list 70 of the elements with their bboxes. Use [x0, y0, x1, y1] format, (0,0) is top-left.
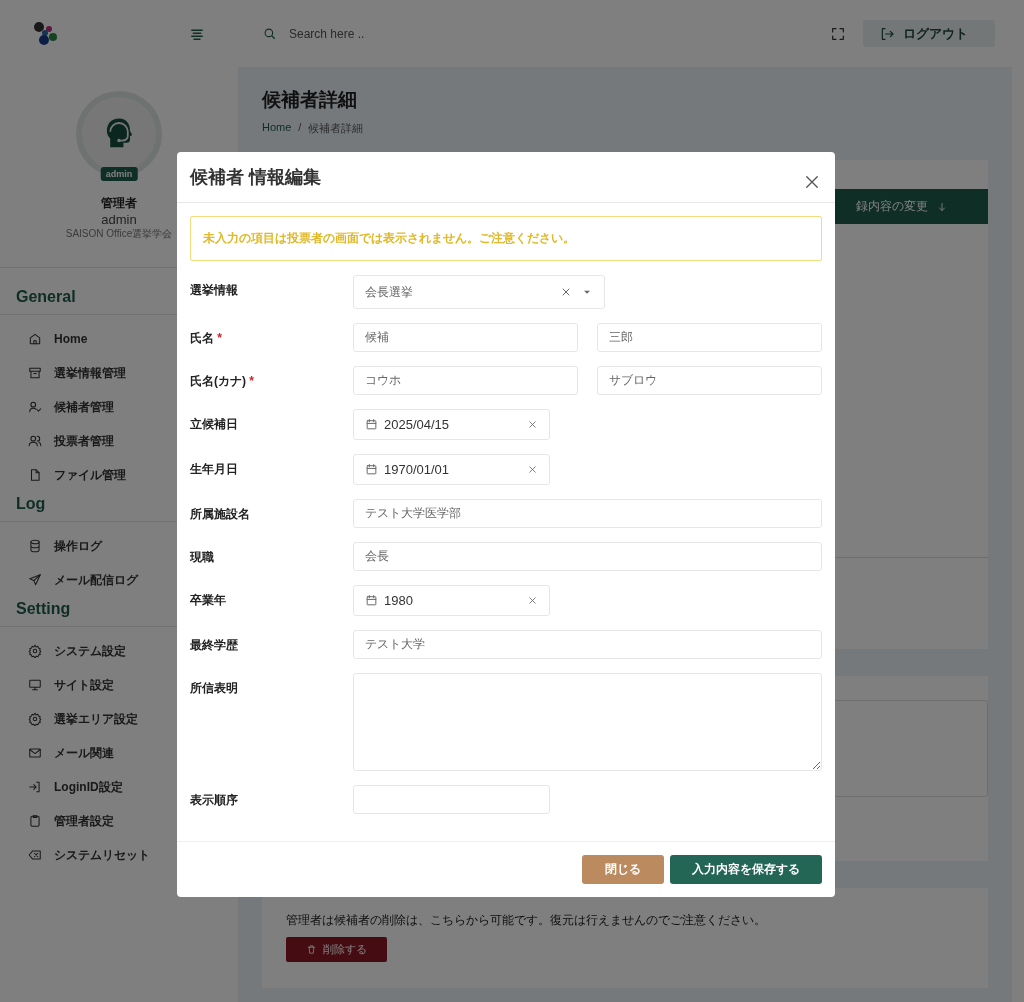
sidebar-item[interactable]: 管理者設定 — [28, 811, 238, 831]
breadcrumb-current: 候補者詳細 — [308, 121, 364, 136]
role-badge: admin — [100, 167, 138, 181]
close-button[interactable]: 閉じる — [582, 855, 664, 884]
mail-icon — [28, 746, 42, 760]
field-label: 生年月日 — [190, 461, 239, 478]
save-button[interactable]: 入力内容を保存する — [670, 855, 822, 884]
sidebar-item[interactable]: システムリセット — [28, 845, 238, 865]
settings-icon — [28, 644, 42, 658]
delete-notice: 管理者は候補者の削除は、こちらから可能です。復元は行えませんのでご注意ください。 — [286, 912, 767, 929]
monitor-icon — [28, 678, 42, 692]
clear-icon[interactable] — [527, 595, 538, 606]
field-label: 立候補日 — [190, 416, 239, 433]
sidebar-item[interactable]: 候補者管理 — [28, 397, 238, 417]
logout-icon — [879, 25, 895, 42]
calendar-icon — [365, 463, 378, 476]
archive-box-icon — [28, 366, 42, 380]
field-label: 現職 — [190, 549, 215, 566]
username: admin — [101, 212, 137, 227]
search-field[interactable]: Search here .. — [287, 25, 491, 42]
text-field[interactable]: 会長 — [353, 542, 822, 571]
text-field[interactable]: テスト大学医学部 — [353, 499, 822, 528]
date-field[interactable]: 1980 — [353, 585, 550, 616]
text-field[interactable]: テスト大学 — [353, 630, 822, 659]
calendar-icon — [365, 418, 378, 431]
breadcrumb-link[interactable]: Home — [262, 121, 292, 136]
login-icon — [28, 780, 42, 794]
calendar-icon — [365, 594, 378, 607]
modal-title: 候補者 情報編集 — [190, 166, 321, 189]
field-label: 氏名 * — [190, 330, 223, 347]
users-icon — [28, 434, 42, 448]
fullscreen-icon[interactable] — [830, 25, 846, 42]
search-icon — [262, 26, 277, 41]
page-title: 候補者詳細 — [262, 88, 358, 112]
arrow-down-icon — [936, 200, 948, 213]
clear-icon[interactable] — [527, 464, 538, 475]
clipboard-icon — [28, 814, 42, 828]
text-field[interactable]: サブロウ — [597, 366, 822, 395]
file-icon — [28, 468, 42, 482]
settings-icon — [28, 712, 42, 726]
field-label: 表示順序 — [190, 792, 239, 809]
sidebar-item[interactable]: 選挙エリア設定 — [28, 709, 238, 729]
user-role: 管理者 — [101, 195, 137, 212]
field-label: 最終学歴 — [190, 637, 239, 654]
date-field[interactable]: 1970/01/01 — [353, 454, 550, 485]
date-field[interactable]: 2025/04/15 — [353, 409, 550, 440]
user-check-icon — [28, 400, 42, 414]
delete-button[interactable]: 削除する — [286, 937, 387, 962]
text-field[interactable] — [353, 785, 550, 814]
breadcrumb-separator: / — [298, 121, 302, 135]
text-field[interactable]: コウホ — [353, 366, 578, 395]
home-icon — [28, 332, 42, 346]
select-field[interactable]: 会長選挙 — [353, 275, 605, 309]
paper-plane-icon — [28, 573, 42, 587]
sidebar-item[interactable]: メール配信ログ — [28, 570, 238, 590]
clear-icon[interactable] — [560, 286, 572, 298]
field-label: 所信表明 — [190, 680, 239, 697]
logout-button[interactable]: ログアウト — [863, 20, 995, 47]
sidebar-item[interactable]: 投票者管理 — [28, 431, 238, 451]
clear-icon[interactable] — [527, 419, 538, 430]
sidebar-item[interactable]: メール関連 — [28, 743, 238, 763]
field-label: 氏名(カナ) * — [190, 373, 255, 390]
logo-icon — [33, 21, 59, 46]
text-field[interactable]: 候補 — [353, 323, 578, 352]
backspace-icon — [28, 848, 42, 862]
trash-icon — [306, 944, 317, 955]
warning-alert: 未入力の項目は投票者の画面では表示されません。ご注意ください。 — [190, 216, 822, 261]
close-icon[interactable] — [803, 173, 821, 191]
text-field[interactable]: 三郎 — [597, 323, 822, 352]
database-icon — [28, 539, 42, 553]
